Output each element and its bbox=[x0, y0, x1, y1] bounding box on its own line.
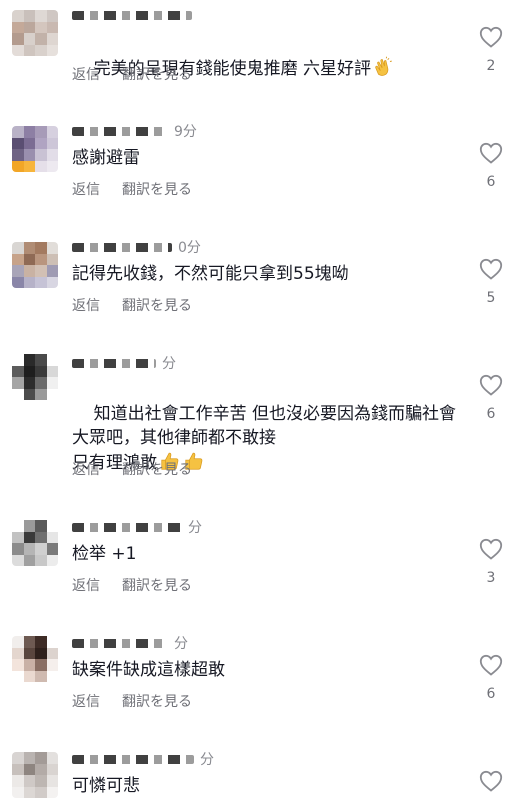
like-count: 6 bbox=[486, 686, 496, 702]
like-button[interactable] bbox=[476, 770, 506, 792]
avatar[interactable] bbox=[12, 10, 58, 56]
username-blurred[interactable] bbox=[72, 522, 182, 532]
comment-time: 0分 bbox=[178, 240, 201, 256]
translate-button[interactable]: 翻訳を見る bbox=[122, 179, 192, 199]
username-blurred[interactable] bbox=[72, 126, 168, 136]
comment-meta bbox=[72, 6, 192, 24]
like-button[interactable]: 2 bbox=[476, 26, 506, 74]
like-button[interactable]: 5 bbox=[476, 258, 506, 306]
comment-time: 分 bbox=[200, 752, 214, 768]
avatar[interactable] bbox=[12, 520, 58, 566]
username-blurred[interactable] bbox=[72, 358, 156, 368]
avatar[interactable] bbox=[12, 636, 58, 682]
heart-outline-icon[interactable] bbox=[479, 26, 503, 48]
like-button[interactable]: 3 bbox=[476, 538, 506, 586]
like-button[interactable]: 6 bbox=[476, 374, 506, 422]
like-count: 2 bbox=[486, 58, 496, 74]
translate-button[interactable]: 翻訳を見る bbox=[122, 64, 192, 84]
translate-button[interactable]: 翻訳を見る bbox=[122, 295, 192, 315]
translate-button[interactable]: 翻訳を見る bbox=[122, 459, 192, 479]
comment-time: 分 bbox=[174, 636, 188, 652]
reply-button[interactable]: 返信 bbox=[72, 179, 100, 199]
translate-button[interactable]: 翻訳を見る bbox=[122, 575, 192, 595]
avatar[interactable] bbox=[12, 752, 58, 798]
username-blurred[interactable] bbox=[72, 638, 168, 648]
comment-actions: 返信 翻訳を見る bbox=[72, 64, 192, 84]
comment-actions: 返信 翻訳を見る bbox=[72, 179, 192, 199]
comment-meta: 0分 bbox=[72, 238, 201, 256]
like-count: 5 bbox=[486, 290, 496, 306]
heart-outline-icon[interactable] bbox=[479, 538, 503, 560]
comment-time: 分 bbox=[162, 356, 176, 372]
comment-time: 分 bbox=[188, 520, 202, 536]
reply-button[interactable]: 返信 bbox=[72, 691, 100, 711]
comment-meta: 分 bbox=[72, 354, 176, 372]
avatar[interactable] bbox=[12, 242, 58, 288]
reply-button[interactable]: 返信 bbox=[72, 64, 100, 84]
username-blurred[interactable] bbox=[72, 242, 172, 252]
comment-actions: 返信 翻訳を見る bbox=[72, 295, 192, 315]
reply-button[interactable]: 返信 bbox=[72, 295, 100, 315]
comment-text: 检举 +1 bbox=[72, 544, 137, 564]
comment-meta: 分 bbox=[72, 750, 214, 768]
like-button[interactable]: 6 bbox=[476, 142, 506, 190]
reply-button[interactable]: 返信 bbox=[72, 575, 100, 595]
comment-text: 知道出社會工作辛苦 但也沒必要因為錢而騙社會大眾吧，其他律師都不敢接 只有理鴻敢 bbox=[72, 404, 457, 473]
heart-outline-icon[interactable] bbox=[479, 770, 503, 792]
like-count: 6 bbox=[486, 174, 496, 190]
comment-meta: 分 bbox=[72, 634, 188, 652]
like-count: 3 bbox=[486, 570, 496, 586]
username-blurred[interactable] bbox=[72, 754, 194, 764]
comment-time: 9分 bbox=[174, 124, 197, 140]
reply-button[interactable]: 返信 bbox=[72, 459, 100, 479]
comment-meta: 9分 bbox=[72, 122, 197, 140]
comment-text: 可憐可悲 bbox=[72, 776, 140, 796]
comment-actions: 返信 翻訳を見る bbox=[72, 459, 192, 479]
avatar[interactable] bbox=[12, 354, 58, 400]
heart-outline-icon[interactable] bbox=[479, 374, 503, 396]
username-blurred[interactable] bbox=[72, 10, 192, 20]
heart-outline-icon[interactable] bbox=[479, 142, 503, 164]
comment-actions: 返信 翻訳を見る bbox=[72, 691, 192, 711]
like-button[interactable]: 6 bbox=[476, 654, 506, 702]
comment-meta: 分 bbox=[72, 518, 202, 536]
like-count: 6 bbox=[486, 406, 496, 422]
translate-button[interactable]: 翻訳を見る bbox=[122, 691, 192, 711]
clapping-hands-emoji bbox=[375, 56, 392, 76]
comment-text: 缺案件缺成這樣超敢 bbox=[72, 660, 225, 680]
avatar[interactable] bbox=[12, 126, 58, 172]
comment-actions: 返信 翻訳を見る bbox=[72, 575, 192, 595]
comment-text: 感謝避雷 bbox=[72, 148, 140, 168]
heart-outline-icon[interactable] bbox=[479, 654, 503, 676]
heart-outline-icon[interactable] bbox=[479, 258, 503, 280]
comment-text: 記得先收錢，不然可能只拿到55塊呦 bbox=[72, 264, 349, 284]
